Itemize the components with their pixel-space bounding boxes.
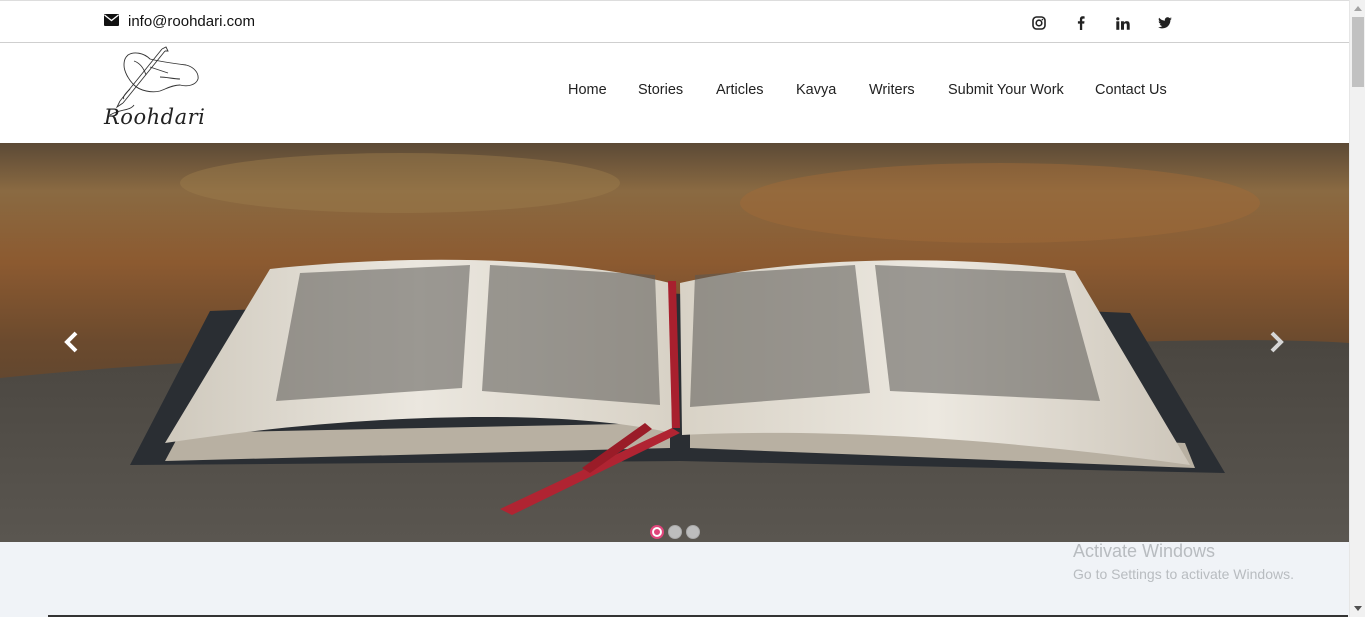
nav-kavya[interactable]: Kavya <box>796 82 869 98</box>
hero-carousel <box>0 143 1349 542</box>
carousel-dot[interactable] <box>650 525 664 539</box>
chevron-right-icon <box>1270 331 1284 353</box>
vertical-scrollbar[interactable] <box>1349 0 1365 617</box>
carousel-next-button[interactable] <box>1264 329 1288 355</box>
carousel-dot[interactable] <box>668 525 682 539</box>
activate-windows-watermark: Activate Windows Go to Settings to activ… <box>1073 541 1294 582</box>
nav-articles[interactable]: Articles <box>716 82 796 98</box>
social-links <box>1018 12 1186 34</box>
watermark-subtitle: Go to Settings to activate Windows. <box>1073 566 1294 582</box>
email-contact[interactable]: info@roohdari.com <box>104 13 255 30</box>
facebook-icon[interactable] <box>1060 12 1102 34</box>
envelope-icon <box>104 13 119 30</box>
caret-down-icon <box>1354 606 1362 611</box>
logo-text: Roohdari <box>104 105 206 129</box>
scroll-thumb[interactable] <box>1352 17 1364 87</box>
nav-stories[interactable]: Stories <box>638 82 716 98</box>
twitter-icon[interactable] <box>1144 12 1186 34</box>
linkedin-icon[interactable] <box>1102 12 1144 34</box>
nav-contact-us[interactable]: Contact Us <box>1095 82 1167 98</box>
site-header: Roohdari Home Stories Articles Kavya Wri… <box>0 43 1349 143</box>
top-bar: info@roohdari.com <box>0 0 1349 43</box>
carousel-prev-button[interactable] <box>60 329 84 355</box>
instagram-icon[interactable] <box>1018 12 1060 34</box>
main-nav: Home Stories Articles Kavya Writers Subm… <box>568 82 1167 98</box>
email-text: info@roohdari.com <box>128 13 255 30</box>
open-book-image <box>0 143 1349 542</box>
chevron-left-icon <box>64 331 78 353</box>
scroll-up-button[interactable] <box>1350 0 1365 17</box>
nav-submit-your-work[interactable]: Submit Your Work <box>948 82 1095 98</box>
carousel-indicators <box>650 525 700 539</box>
caret-up-icon <box>1354 6 1362 11</box>
watermark-title: Activate Windows <box>1073 541 1216 561</box>
carousel-dot[interactable] <box>686 525 700 539</box>
nav-home[interactable]: Home <box>568 82 638 98</box>
nav-writers[interactable]: Writers <box>869 82 948 98</box>
scroll-down-button[interactable] <box>1350 600 1365 617</box>
page: info@roohdari.com Roohdari Home Stories … <box>0 0 1365 617</box>
